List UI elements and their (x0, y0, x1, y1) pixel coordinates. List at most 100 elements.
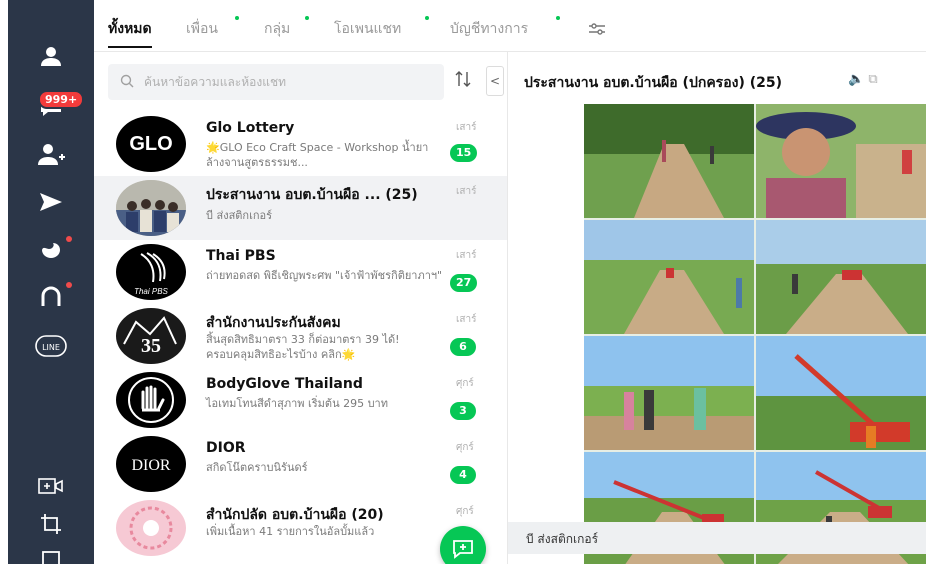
profile-icon (41, 47, 61, 66)
openchat-dot (66, 282, 72, 288)
add-friend-button[interactable] (8, 134, 94, 174)
avatar (116, 500, 186, 556)
new-chat-icon (453, 540, 473, 559)
album-photo[interactable] (756, 104, 926, 218)
last-message-bar: บี ส่งสติกเกอร์ (508, 522, 926, 554)
add-friend-icon (38, 144, 65, 165)
chat-time: ศุกร์ (456, 442, 474, 453)
crop-icon (41, 514, 61, 534)
openchat-icon (41, 286, 61, 306)
chat-item-thai-pbs[interactable]: Thai PBS Thai PBS ถ่ายทอดสด พิธีเชิญพระศ… (94, 240, 507, 304)
more-icon (42, 551, 60, 564)
search-icon (120, 74, 134, 88)
chat-preview: สกิดโน๊ตคราบนิรันดร์ (206, 461, 308, 474)
tab-openchat[interactable]: โอเพนแชท (334, 18, 401, 40)
sidebar-rail: 999+ LINE (8, 0, 94, 564)
today-icon (42, 243, 60, 258)
chat-time: เสาร์ (456, 122, 477, 133)
unread-count: 4 (450, 466, 476, 484)
chat-title: สำนักปลัด อบต.บ้านผือ (20) (206, 507, 384, 523)
chat-title: Thai PBS (206, 248, 276, 264)
album-photo[interactable] (584, 336, 754, 450)
new-chat-button[interactable] (440, 526, 486, 564)
tab-groups-dot (305, 16, 309, 20)
avatar: GLO (116, 116, 186, 172)
unread-count: 27 (450, 274, 478, 292)
timeline-icon (40, 193, 62, 211)
album-photo[interactable] (756, 336, 926, 450)
group-photo-avatar (116, 180, 186, 236)
avatar-dior-text: DIOR (131, 457, 170, 474)
album-photo[interactable] (584, 104, 754, 218)
line-icon: LINE (35, 335, 67, 357)
tab-friends-dot (235, 16, 239, 20)
chat-preview: ไอเทมโทนสีดำสุภาพ เริ่มต้น 295 บาท (206, 397, 388, 410)
room-title: ประสานงาน อบต.บ้านผือ (ปกครอง) (25) (524, 75, 782, 91)
album-photo[interactable] (584, 220, 754, 334)
tab-friends[interactable]: เพื่อน (186, 18, 218, 40)
unread-badge: 999+ (38, 90, 85, 109)
chat-time: เสาร์ (456, 250, 477, 261)
chat-preview: บี ส่งสติกเกอร์ (206, 209, 273, 222)
chat-preview: เพิ่มเนื้อหา 41 รายการในอัลบั้มแล้ว (206, 525, 375, 538)
chat-room-pane: ประสานงาน อบต.บ้านผือ (ปกครอง) (25) 🔈 ⧉ (508, 52, 926, 564)
today-dot (66, 236, 72, 242)
mute-icon[interactable]: 🔈 (848, 72, 864, 87)
timeline-button[interactable] (8, 182, 94, 222)
sort-icon (455, 71, 471, 87)
chat-time: ศุกร์ (456, 506, 474, 517)
chat-item-dior[interactable]: DIOR DIOR สกิดโน๊ตคราบนิรันดร์ ศุกร์ 4 (94, 432, 507, 496)
line-button[interactable]: LINE (8, 326, 94, 366)
avatar: 35 (116, 308, 186, 364)
unread-count: 3 (450, 402, 476, 420)
more-button[interactable] (8, 540, 94, 564)
svg-text:LINE: LINE (42, 343, 60, 352)
avatar-thaipbs-text: Thai PBS (134, 287, 168, 296)
chat-item-social-security[interactable]: 35 สำนักงานประกันสังคม สิ้นสุดสิทธิมาตรา… (94, 304, 507, 368)
chat-title: ประสานงาน อบต.บ้านผือ ... (25) (206, 187, 418, 203)
photo-album-grid (584, 104, 926, 564)
album-photo[interactable] (756, 220, 926, 334)
chat-time: เสาร์ (456, 186, 477, 197)
chat-preview: 🌟GLO Eco Craft Space - Workshop น้ำยาล้า… (206, 141, 429, 169)
popout-icon[interactable]: ⧉ (868, 72, 877, 87)
avatar: Thai PBS (116, 244, 186, 300)
last-message-sender: บี ส่งสติกเกอร์ (526, 532, 599, 546)
today-button[interactable] (8, 228, 94, 268)
avatar: DIOR (116, 436, 186, 492)
chat-time: เสาร์ (456, 314, 477, 325)
chat-title: สำนักงานประกันสังคม (206, 315, 341, 331)
profile-button[interactable] (8, 36, 94, 76)
tab-official-dot (556, 16, 560, 20)
filter-tabs: ทั้งหมด เพื่อน กลุ่ม โอเพนแชท บัญชีทางกา… (94, 0, 926, 52)
unread-count: 15 (450, 144, 478, 162)
openchat-button[interactable] (8, 276, 94, 316)
collapse-list-button[interactable]: < (486, 66, 504, 96)
tab-groups[interactable]: กลุ่ม (264, 18, 290, 40)
chat-title: Glo Lottery (206, 120, 295, 136)
search-box (108, 64, 444, 100)
avatar (116, 372, 186, 428)
chat-title: BodyGlove Thailand (206, 376, 363, 392)
chat-item-pasan-ngan[interactable]: ประสานงาน อบต.บ้านผือ ... (25) บี ส่งสติ… (94, 176, 507, 240)
room-header-icons: 🔈 ⧉ (848, 72, 878, 87)
avatar-glo-text: GLO (129, 133, 172, 155)
video-call-button[interactable] (8, 466, 94, 506)
crop-button[interactable] (8, 504, 94, 544)
sort-button[interactable] (454, 70, 476, 92)
chat-item-bodyglove[interactable]: BodyGlove Thailand ไอเทมโทนสีดำสุภาพ เริ… (94, 368, 507, 432)
avatar-sso-text: 35 (141, 335, 161, 357)
filter-settings-icon[interactable] (588, 22, 606, 36)
chat-list-pane: < GLO Glo Lottery 🌟GLO Eco Craft Space -… (94, 52, 508, 564)
chat-preview: สิ้นสุดสิทธิมาตรา 33 ก็ต่อมาตรา 39 ได้! … (206, 333, 400, 361)
chat-title: DIOR (206, 440, 246, 456)
tab-openchat-dot (425, 16, 429, 20)
tab-official-accounts[interactable]: บัญชีทางการ (450, 18, 528, 40)
video-call-icon (38, 478, 63, 494)
chat-time: ศุกร์ (456, 378, 474, 389)
tab-all[interactable]: ทั้งหมด (108, 18, 152, 48)
search-input[interactable] (144, 64, 434, 100)
unread-count: 6 (450, 338, 476, 356)
chat-preview: ถ่ายทอดสด พิธีเชิญพระศพ "เจ้าฟ้าพัชรกิติ… (206, 269, 443, 282)
chat-item-glo-lottery[interactable]: GLO Glo Lottery 🌟GLO Eco Craft Space - W… (94, 112, 507, 176)
